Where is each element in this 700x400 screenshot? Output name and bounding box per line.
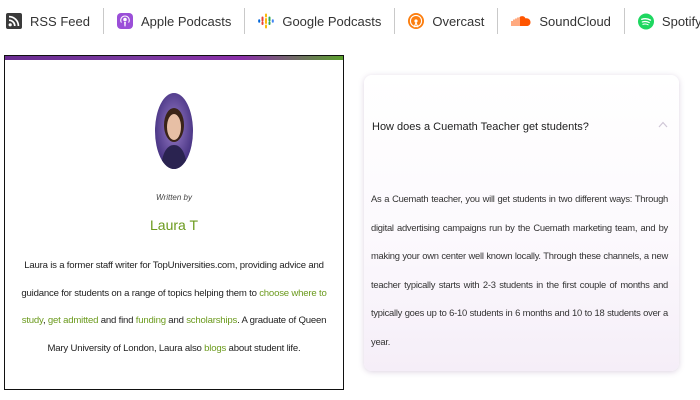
rss-icon xyxy=(6,13,22,29)
google-podcasts-icon xyxy=(258,13,275,29)
scholarships-link[interactable]: scholarships xyxy=(186,315,237,326)
apple-podcasts-link[interactable]: Apple Podcasts xyxy=(116,0,232,42)
spotify-icon xyxy=(637,13,654,29)
faq-answer: As a Cuemath teacher, you will get stude… xyxy=(371,193,668,347)
avatar xyxy=(155,93,193,169)
soundcloud-icon xyxy=(511,13,531,29)
spotify-link[interactable]: Spotify xyxy=(637,0,700,42)
overcast-icon xyxy=(408,13,425,29)
faq-card: How does a Cuemath Teacher get students?… xyxy=(364,75,679,371)
bio-text: and find xyxy=(98,315,136,326)
divider xyxy=(394,8,396,34)
faq-question[interactable]: How does a Cuemath Teacher get students? xyxy=(372,121,642,133)
bio-text: about student life. xyxy=(226,342,301,354)
podcast-links-bar: RSS Feed Apple Podcasts Google Podcasts … xyxy=(0,0,700,42)
soundcloud-label: SoundCloud xyxy=(539,13,611,29)
google-podcasts-link[interactable]: Google Podcasts xyxy=(258,0,381,42)
overcast-link[interactable]: Overcast xyxy=(408,0,484,42)
author-name-link[interactable]: Laura T xyxy=(5,217,343,233)
funding-link[interactable]: funding xyxy=(136,315,166,326)
author-card: Written by Laura T Laura is a former sta… xyxy=(4,55,344,390)
apple-podcasts-label: Apple Podcasts xyxy=(140,13,232,29)
written-by-label: Written by xyxy=(155,193,192,202)
soundcloud-link[interactable]: SoundCloud xyxy=(511,0,611,42)
rss-feed-label: RSS Feed xyxy=(30,13,90,29)
bio-text: and xyxy=(165,315,187,326)
get-admitted-link[interactable]: get admitted xyxy=(48,315,99,326)
divider xyxy=(497,8,499,34)
chevron-up-icon[interactable] xyxy=(657,119,669,131)
divider xyxy=(623,8,625,34)
divider xyxy=(102,8,104,34)
card-accent-bar xyxy=(5,56,343,60)
rss-feed-link[interactable]: RSS Feed xyxy=(6,0,90,42)
apple-podcasts-icon xyxy=(116,13,133,29)
divider xyxy=(244,8,246,34)
author-bio: Laura is a former staff writer for TopUn… xyxy=(21,252,327,362)
spotify-label: Spotify xyxy=(661,13,700,29)
google-podcasts-label: Google Podcasts xyxy=(282,13,382,29)
blogs-link[interactable]: blogs xyxy=(204,343,226,354)
overcast-label: Overcast xyxy=(432,13,485,29)
